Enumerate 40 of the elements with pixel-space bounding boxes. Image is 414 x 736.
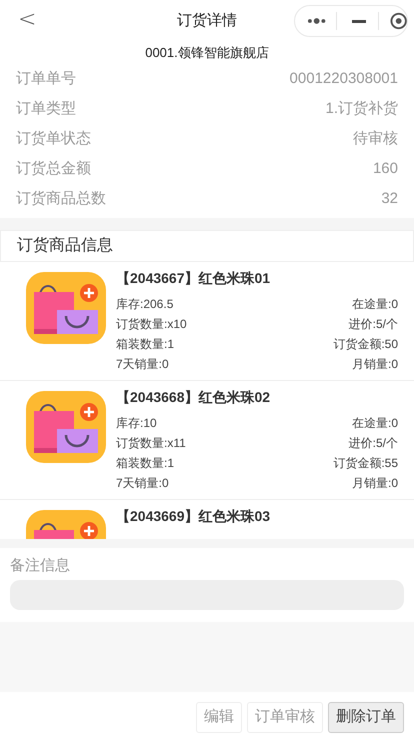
field-value: 1.订货补货 xyxy=(325,98,398,119)
product-stat: 订货数量:x11 xyxy=(116,435,186,452)
field-label: 订货商品总数 xyxy=(16,188,106,209)
product-name: 【2043669】红色米珠03 xyxy=(116,507,272,526)
product-stat: 月销量:0 xyxy=(352,475,398,492)
action-button[interactable]: 删除订单 xyxy=(328,702,404,733)
field-label: 订货单状态 xyxy=(16,128,91,149)
product-stat: 订货金额:50 xyxy=(333,336,398,353)
product-stat: 进价:5/个 xyxy=(348,316,398,333)
page-title: 订货详情 xyxy=(177,10,237,31)
field-label: 订货总金额 xyxy=(16,158,91,179)
target-icon[interactable] xyxy=(390,12,408,30)
product-stat: 进价:5/个 xyxy=(348,435,398,452)
product-name: 【2043667】红色米珠01 xyxy=(116,269,272,288)
store-name: 0001.领锋智能旗舰店 xyxy=(145,44,269,62)
product-stat: 库存:10 xyxy=(116,415,157,432)
field-value: 160 xyxy=(372,158,398,179)
field-value: 32 xyxy=(381,188,398,209)
product-stat: 箱装数量:1 xyxy=(116,336,174,353)
product-stat: 月销量:0 xyxy=(352,356,398,373)
product-stat: 订货金额:55 xyxy=(333,455,398,472)
field-label: 订单类型 xyxy=(16,98,76,119)
product-stat: 在途量:0 xyxy=(352,415,398,432)
field-label: 订单单号 xyxy=(16,68,76,89)
shopping-bags-icon xyxy=(26,272,106,344)
product-name: 【2043668】红色米珠02 xyxy=(116,388,272,407)
product-stat: 7天销量:0 xyxy=(116,356,169,373)
section-header: 订货商品信息 xyxy=(0,230,414,262)
field-value: 0001220308001 xyxy=(290,68,398,89)
field-value: 待审核 xyxy=(353,128,398,149)
product-stat: 订货数量:x10 xyxy=(116,316,187,333)
product-stat: 7天销量:0 xyxy=(116,475,169,492)
more-icon[interactable] xyxy=(307,18,326,24)
shopping-bags-icon xyxy=(26,391,106,463)
minimize-icon[interactable] xyxy=(352,20,366,22)
back-button[interactable]: < xyxy=(18,9,36,31)
product-stat: 箱装数量:1 xyxy=(116,455,174,472)
product-stat: 库存:206.5 xyxy=(116,296,174,313)
notes-label: 备注信息 xyxy=(10,556,71,576)
product-stat: 在途量:0 xyxy=(352,296,398,313)
